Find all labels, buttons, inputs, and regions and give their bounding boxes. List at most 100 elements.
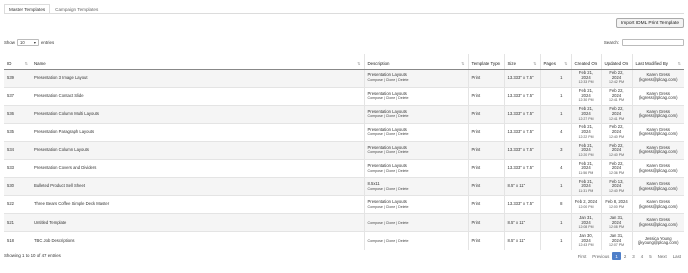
sort-icon: ⇅	[497, 61, 501, 67]
import-idml-button[interactable]: Import IDML Print Template	[615, 18, 684, 28]
created-time: 12:27 PM	[578, 116, 594, 121]
updated-time: 12:40 PM	[609, 134, 624, 139]
cell-description: Compose | Clone | Delete	[363, 231, 468, 250]
cell-updated-on: Feb 22, 2024 12:40 PM	[600, 140, 632, 160]
pager-previous[interactable]: Previous	[589, 252, 612, 260]
col-header-label: Template Type	[471, 61, 500, 67]
table-row[interactable]: 535 Presentation Paragraph Layouts Present…	[4, 122, 684, 142]
cell-updated-on: Feb 22, 2024 12:41 PM	[600, 104, 632, 124]
pager-next[interactable]: Next	[655, 252, 670, 260]
row-actions[interactable]: Compose | Clone | Delete	[368, 187, 465, 192]
col-header-updated-on[interactable]: Updated On ⇅	[600, 54, 632, 70]
table-row[interactable]: 539 Presentation 3 Image Layout Presentati…	[4, 69, 684, 88]
table-row[interactable]: 537 Presentation Contact Slide Presentatio…	[4, 86, 684, 106]
col-header-pages[interactable]: Pages ⇅	[539, 54, 571, 70]
cell-id: 530	[4, 177, 31, 196]
cell-pages: 1	[539, 231, 571, 250]
cell-description: Presentation Layouts Compose | Clone | De…	[363, 158, 468, 178]
cell-updated-on: Jan 31, 2024 12:08 PM	[600, 213, 632, 232]
col-header-id[interactable]: ID ⇅	[4, 54, 31, 70]
cell-last-modified-by: Karen Gress (kgress@plcag.com)	[631, 195, 684, 214]
pager-5[interactable]: 5	[646, 252, 654, 260]
search-label: Search:	[603, 40, 619, 45]
cell-name[interactable]: Presentation Covers and Dividers	[31, 158, 364, 178]
table-row[interactable]: 518 TBC Job Descriptions Compose | Clone |…	[4, 231, 684, 250]
table-info: Showing 1 to 10 of 47 entries	[4, 253, 61, 258]
cell-updated-on: Feb 22, 2024 12:40 PM	[600, 122, 632, 142]
row-actions[interactable]: Compose | Clone | Delete	[368, 96, 465, 101]
created-time: 12:33 PM	[578, 80, 594, 85]
created-time: 12:08 PM	[578, 225, 594, 230]
cell-description: Presentation Layouts Compose | Clone | De…	[363, 69, 468, 88]
pager-4[interactable]: 4	[638, 252, 646, 260]
modified-by-email: (kgress@plcag.com)	[639, 77, 678, 83]
table-row[interactable]: 534 Presentation Column Layouts Presentati…	[4, 140, 684, 160]
search-control: Search:	[604, 39, 684, 46]
table-row[interactable]: 536 Presentation Column Multi Layouts Pres…	[4, 104, 684, 124]
entries-select[interactable]: 10 ▾	[16, 39, 39, 46]
cell-name[interactable]: Presentation Paragraph Layouts	[31, 122, 364, 142]
cell-last-modified-by: Karen Gress (kgress@plcag.com)	[631, 158, 684, 178]
created-date: Feb 21, 2024	[578, 160, 594, 171]
chevron-down-icon: ▾	[33, 40, 36, 45]
cell-template-type: Print	[467, 122, 504, 142]
updated-date: Feb 22, 2024	[609, 142, 624, 153]
row-actions[interactable]: Compose | Clone | Delete	[368, 239, 465, 244]
search-input[interactable]	[622, 39, 684, 46]
cell-pages: 3	[539, 140, 571, 160]
pager-3[interactable]: 3	[629, 252, 637, 260]
cell-pages: 4	[539, 122, 571, 142]
modified-by-email: (kgress@plcag.com)	[639, 95, 678, 101]
cell-size: 13.333" x 7.5"	[503, 69, 540, 88]
cell-name[interactable]: Presentation 3 Image Layout	[31, 69, 364, 88]
col-header-name[interactable]: Name ⇅	[31, 54, 364, 70]
updated-date: Jan 31, 2024	[609, 214, 624, 225]
sort-icon: ⇅	[533, 61, 537, 67]
row-actions[interactable]: Compose | Clone | Delete	[368, 132, 465, 137]
cell-name[interactable]: Presentation Contact Slide	[31, 86, 364, 106]
modified-by-email: (kgress@plcag.com)	[639, 185, 678, 191]
pager-1[interactable]: 1	[612, 252, 621, 260]
row-actions[interactable]: Compose | Clone | Delete	[368, 114, 465, 119]
row-actions[interactable]: Compose | Clone | Delete	[368, 221, 465, 226]
row-actions[interactable]: Compose | Clone | Delete	[368, 150, 465, 155]
row-actions[interactable]: Compose | Clone | Delete	[368, 169, 465, 174]
cell-template-type: Print	[467, 231, 504, 250]
updated-date: Feb 13, 2024	[609, 178, 624, 189]
length-control: Show 10 ▾ entries	[4, 39, 54, 46]
table-row[interactable]: 533 Presentation Covers and Dividers Prese…	[4, 158, 684, 178]
cell-updated-on: Feb 8, 2024 12:00 PM	[600, 195, 632, 214]
pager-2[interactable]: 2	[621, 252, 629, 260]
cell-description: Presentation Layouts Compose | Clone | De…	[363, 104, 468, 124]
updated-date: Jan 31, 2024	[609, 233, 624, 243]
col-header-description[interactable]: Description ⇅	[363, 54, 468, 70]
table-row[interactable]: 522 Three Bears Coffee Simple Deck Master…	[4, 195, 684, 214]
col-header-label: Size	[507, 61, 517, 67]
cell-name[interactable]: TBC Job Descriptions	[31, 231, 364, 250]
cell-last-modified-by: Karen Gress (kgress@plcag.com)	[631, 213, 684, 232]
cell-name[interactable]: Three Bears Coffee Simple Deck Master	[31, 195, 364, 214]
cell-created-on: Feb 21, 2024 11:56 PM	[570, 158, 601, 178]
row-actions[interactable]: Compose | Clone | Delete	[368, 78, 465, 83]
col-header-size[interactable]: Size ⇅	[503, 54, 540, 70]
cell-name[interactable]: Bulleted Product Sell Sheet	[31, 177, 364, 196]
col-header-template-type[interactable]: Template Type ⇅	[467, 54, 504, 70]
cell-template-type: Print	[467, 213, 504, 232]
cell-name[interactable]: Untitled Template	[31, 213, 364, 232]
row-actions[interactable]: Compose | Clone | Delete	[368, 205, 465, 210]
pager-first[interactable]: First	[575, 252, 590, 260]
col-header-last-modified-by[interactable]: Last Modified By ⇅	[631, 54, 684, 70]
table-row[interactable]: 530 Bulleted Product Sell Sheet 8.5x11 Comp…	[4, 177, 684, 196]
cell-name[interactable]: Presentation Column Layouts	[31, 140, 364, 160]
pager-last[interactable]: Last	[670, 252, 684, 260]
col-header-created-on[interactable]: Created On ⇅	[570, 54, 601, 70]
table-row[interactable]: 521 Untitled Template Compose | Clone | De…	[4, 213, 684, 232]
updated-time: 12:41 PM	[609, 98, 624, 103]
created-time: 12:30 PM	[578, 98, 594, 103]
tab-divider	[4, 13, 684, 14]
created-date: Feb 21, 2024	[578, 142, 594, 153]
cell-id: 518	[4, 231, 31, 250]
cell-name[interactable]: Presentation Column Multi Layouts	[31, 104, 364, 124]
sort-icon: ⇅	[461, 61, 465, 67]
cell-pages: 1	[539, 69, 571, 88]
